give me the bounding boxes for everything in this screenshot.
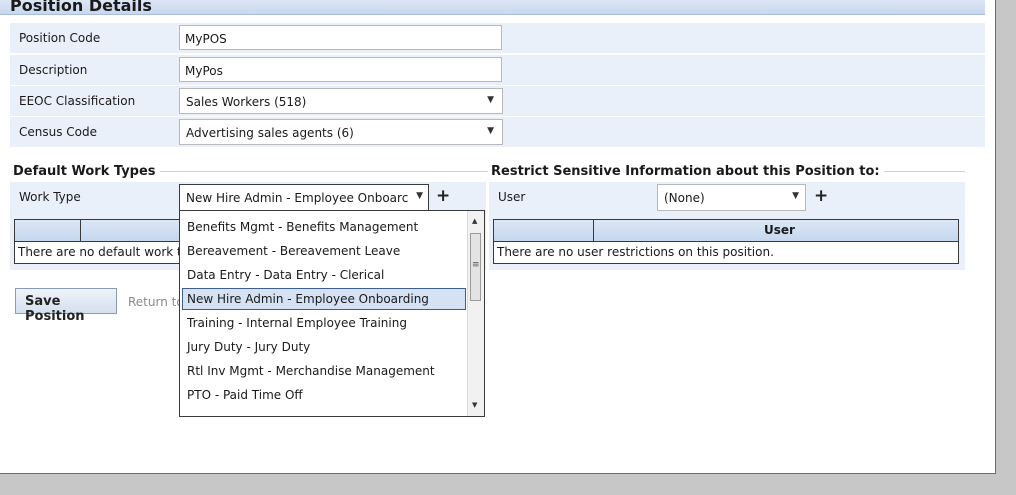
save-position-button[interactable]: Save Position <box>15 288 117 324</box>
scroll-down-icon[interactable]: ▼ <box>472 401 477 409</box>
scroll-grip-icon: ≡ <box>472 260 480 270</box>
add-work-type-icon[interactable]: + <box>436 188 450 205</box>
work-types-title: Default Work Types <box>13 164 160 179</box>
work-type-row: Work Type New Hire Admin - Employee Onbo… <box>10 182 486 212</box>
add-user-icon[interactable]: + <box>814 188 828 205</box>
user-select-value: (None) <box>664 191 705 205</box>
chevron-down-icon[interactable]: ▼ <box>792 191 799 201</box>
description-label: Description <box>19 63 88 77</box>
scroll-up-icon[interactable]: ▲ <box>472 217 477 225</box>
work-type-dropdown-list[interactable]: Benefits Mgmt - Benefits Management Bere… <box>179 210 485 417</box>
grid-column-divider <box>593 220 594 241</box>
dropdown-option[interactable]: Bereavement - Bereavement Leave <box>182 240 466 262</box>
chevron-down-icon[interactable]: ▼ <box>487 95 494 105</box>
census-row: Census Code Advertising sales agents (6)… <box>10 117 985 147</box>
restrict-title: Restrict Sensitive Information about thi… <box>491 164 884 179</box>
eeoc-select[interactable]: Sales Workers (518) ▼ <box>179 88 503 114</box>
chevron-down-icon[interactable]: ▼ <box>414 191 423 201</box>
description-row: Description MyPos <box>10 55 985 85</box>
eeoc-select-value: Sales Workers (518) <box>186 95 307 109</box>
census-select[interactable]: Advertising sales agents (6) ▼ <box>179 119 503 145</box>
position-code-input[interactable]: MyPOS <box>179 25 502 50</box>
user-grid-header: User <box>494 220 958 242</box>
dropdown-option[interactable]: Benefits Mgmt - Benefits Management <box>182 216 466 238</box>
work-type-select[interactable]: New Hire Admin - Employee Onboarc ▼ <box>179 184 429 211</box>
work-types-grid: There are no default work type <box>14 219 204 264</box>
user-label: User <box>498 190 526 204</box>
work-types-grid-header <box>15 220 183 242</box>
eeoc-row: EEOC Classification Sales Workers (518) … <box>10 86 985 116</box>
user-column-header[interactable]: User <box>764 223 795 237</box>
user-restrictions-grid: User There are no user restrictions on t… <box>493 219 959 264</box>
position-details-panel: Position Details Position Code MyPOS Des… <box>0 0 996 474</box>
dropdown-option[interactable]: Rtl Inv Mgmt - Merchandise Management <box>182 360 466 382</box>
grid-column-divider <box>80 220 81 241</box>
description-input[interactable]: MyPos <box>179 57 502 82</box>
dropdown-option-highlighted[interactable]: New Hire Admin - Employee Onboarding <box>182 288 466 310</box>
dropdown-scrollbar[interactable]: ▲ ≡ ▼ <box>467 211 484 416</box>
position-code-label: Position Code <box>19 31 101 45</box>
work-type-select-value: New Hire Admin - Employee Onboarc <box>186 191 409 205</box>
dropdown-option[interactable]: Jury Duty - Jury Duty <box>182 336 466 358</box>
census-select-value: Advertising sales agents (6) <box>186 126 354 140</box>
return-link[interactable]: Return to <box>128 295 184 309</box>
position-code-row: Position Code MyPOS <box>10 23 985 53</box>
user-restrictions-empty-text: There are no user restrictions on this p… <box>497 245 774 259</box>
page-title: Position Details <box>10 0 152 15</box>
scrollbar-thumb[interactable]: ≡ <box>470 233 481 301</box>
eeoc-label: EEOC Classification <box>19 94 136 108</box>
dropdown-option[interactable]: PTO - Paid Time Off <box>182 384 466 406</box>
dropdown-option[interactable]: Data Entry - Data Entry - Clerical <box>182 264 466 286</box>
user-restrict-row: User (None) ▼ + <box>489 182 965 212</box>
work-type-label: Work Type <box>19 190 81 204</box>
census-label: Census Code <box>19 125 98 139</box>
chevron-down-icon[interactable]: ▼ <box>487 126 494 136</box>
dropdown-option[interactable]: Training - Internal Employee Training <box>182 312 466 334</box>
work-types-empty-text: There are no default work type <box>18 245 204 259</box>
user-select[interactable]: (None) ▼ <box>657 184 806 211</box>
